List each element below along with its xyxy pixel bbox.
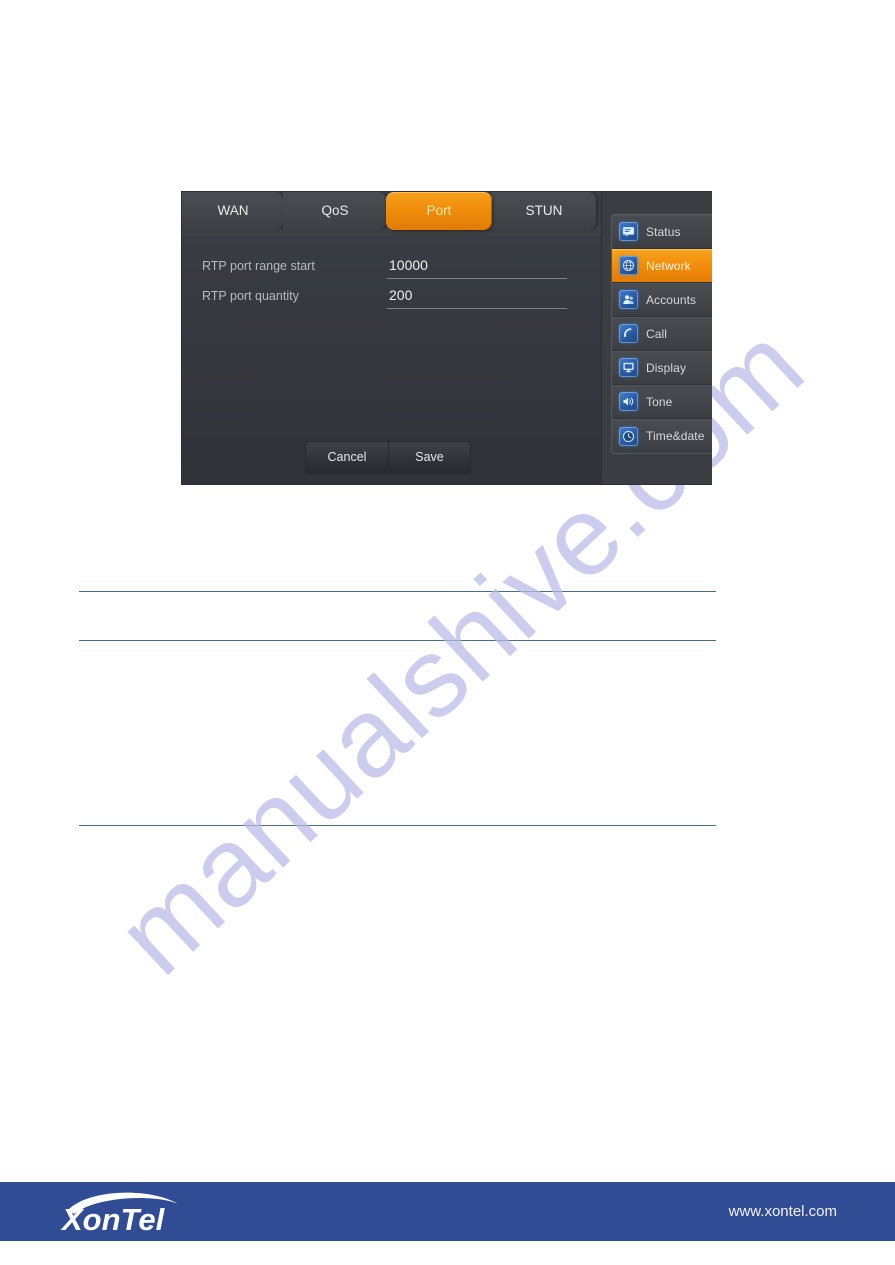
tab-wan[interactable]: WAN: [182, 192, 284, 230]
menu-item-display-label: Display: [646, 360, 687, 375]
menu-item-network-label: Network: [646, 258, 691, 273]
menu-item-accounts-label: Accounts: [646, 292, 697, 307]
svg-text:XonTel: XonTel: [60, 1202, 166, 1234]
menu-item-network[interactable]: Network: [612, 249, 712, 283]
menu-item-call[interactable]: Call: [612, 317, 712, 351]
tab-qos-label: QoS: [321, 203, 349, 218]
horizontal-rule-middle: [79, 640, 716, 641]
tab-port[interactable]: Port: [386, 192, 492, 230]
save-button[interactable]: Save: [388, 441, 471, 474]
tone-icon: [619, 392, 638, 411]
settings-menu-list: Status Network Accounts Call Display Ton…: [611, 214, 712, 454]
cancel-button-label: Cancel: [327, 450, 367, 464]
footer-website-url: www.xontel.com: [728, 1203, 837, 1220]
menu-item-status-label: Status: [646, 224, 681, 239]
xontel-logo: XonTel: [60, 1190, 210, 1234]
call-icon: [619, 324, 638, 343]
save-button-label: Save: [415, 450, 444, 464]
tab-stun-label: STUN: [525, 203, 563, 218]
rtp-port-range-start-label: RTP port range start: [202, 259, 315, 273]
accounts-icon: [619, 290, 638, 309]
tab-stun[interactable]: STUN: [491, 192, 597, 230]
tab-port-label: Port: [426, 203, 452, 218]
menu-item-tone-label: Tone: [646, 394, 673, 409]
page-watermark: manualshive.com: [0, 0, 895, 1265]
network-icon: [619, 256, 638, 275]
display-icon: [619, 358, 638, 377]
tab-qos[interactable]: QoS: [283, 192, 387, 230]
menu-item-time-and-date-label: Time&date: [646, 429, 705, 443]
rtp-port-quantity-label: RTP port quantity: [202, 289, 299, 303]
tab-wan-label: WAN: [217, 203, 249, 218]
menu-item-status[interactable]: Status: [612, 215, 712, 249]
rtp-port-range-start-input[interactable]: [387, 251, 567, 279]
clock-icon: [619, 426, 638, 446]
settings-menu-panel: Status Network Accounts Call Display Ton…: [601, 192, 712, 484]
rtp-port-quantity-input[interactable]: [387, 281, 567, 309]
page-footer: XonTel www.xontel.com: [0, 1182, 895, 1241]
status-icon: [619, 222, 638, 241]
horizontal-rule-top: [79, 591, 716, 592]
menu-item-time-and-date[interactable]: Time&date: [612, 419, 712, 453]
menu-item-call-label: Call: [646, 326, 668, 341]
horizontal-rule-bottom: [79, 825, 716, 826]
menu-item-display[interactable]: Display: [612, 351, 712, 385]
menu-item-tone[interactable]: Tone: [612, 385, 712, 419]
cancel-button[interactable]: Cancel: [305, 441, 388, 474]
menu-item-accounts[interactable]: Accounts: [612, 283, 712, 317]
